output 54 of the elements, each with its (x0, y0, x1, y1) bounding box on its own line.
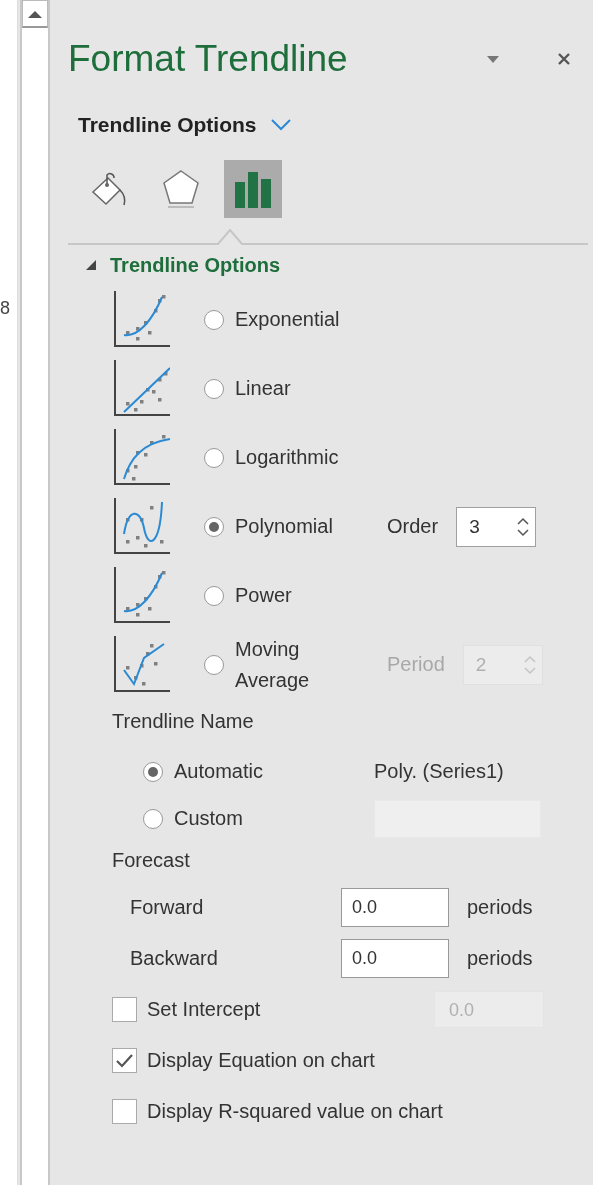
row-number: 8 (0, 298, 11, 319)
checkbox-label[interactable]: Display R-squared value on chart (147, 1100, 443, 1123)
trendline-chart-icon (114, 566, 170, 625)
trendline-chart-icon (114, 359, 170, 418)
trendline-chart-icon (114, 635, 170, 694)
field-label: Period (387, 653, 445, 676)
input-field[interactable]: 0.0 (341, 888, 449, 927)
checkbox-label[interactable]: Set Intercept (147, 998, 434, 1021)
triangle-up-icon (27, 8, 43, 19)
option-label[interactable]: Moving Average (235, 633, 365, 696)
unit-label: periods (467, 896, 533, 919)
input-field[interactable]: 0.0 (341, 939, 449, 978)
section-title: Trendline Options (110, 253, 280, 277)
checkbox[interactable] (112, 1099, 137, 1124)
radio-button[interactable] (204, 378, 224, 399)
trendline-chart-icon (114, 428, 170, 487)
field-label: Order (387, 515, 439, 538)
option-label[interactable]: Logarithmic (235, 442, 365, 473)
trendline-chart-icon (114, 290, 170, 349)
bar-chart-icon (233, 169, 273, 209)
pane-options-button[interactable] (487, 55, 499, 63)
trendline-name-value: Poly. (Series1) (374, 760, 504, 783)
checkbox[interactable] (112, 1048, 137, 1073)
group-label: Forecast (112, 849, 191, 872)
paint-bucket-icon (90, 170, 128, 208)
radio-button[interactable] (204, 585, 224, 606)
unit-label: periods (467, 947, 533, 970)
category-label: Trendline Options (78, 113, 257, 137)
radio-button[interactable] (204, 516, 224, 537)
field-label: Backward (130, 947, 219, 970)
tab[interactable] (224, 160, 282, 218)
option-label[interactable]: Exponential (235, 304, 365, 335)
close-button[interactable] (557, 52, 571, 66)
pane-title: Format Trendline (68, 38, 349, 80)
pentagon-icon (161, 168, 201, 210)
scroll-up-button[interactable] (22, 0, 48, 28)
option-label[interactable]: Linear (235, 373, 365, 404)
radio-button[interactable] (143, 761, 163, 782)
collapse-triangle-icon[interactable] (86, 260, 96, 270)
chevron-down-icon[interactable] (270, 119, 291, 131)
checkbox-label[interactable]: Display Equation on chart (147, 1049, 375, 1072)
radio-button[interactable] (204, 309, 224, 330)
option-label[interactable]: Power (235, 580, 365, 611)
group-label: Trendline Name (112, 710, 255, 733)
option-label[interactable]: Automatic (174, 756, 374, 787)
checkbox[interactable] (112, 997, 137, 1022)
number-spinner[interactable]: 3 (456, 506, 537, 547)
radio-button[interactable] (204, 654, 224, 675)
radio-button[interactable] (143, 808, 163, 829)
trendline-chart-icon (114, 497, 170, 556)
option-label[interactable]: Custom (174, 803, 374, 834)
option-label[interactable]: Polynomial (235, 511, 365, 542)
field-label: Forward (130, 896, 205, 919)
radio-button[interactable] (204, 447, 224, 468)
